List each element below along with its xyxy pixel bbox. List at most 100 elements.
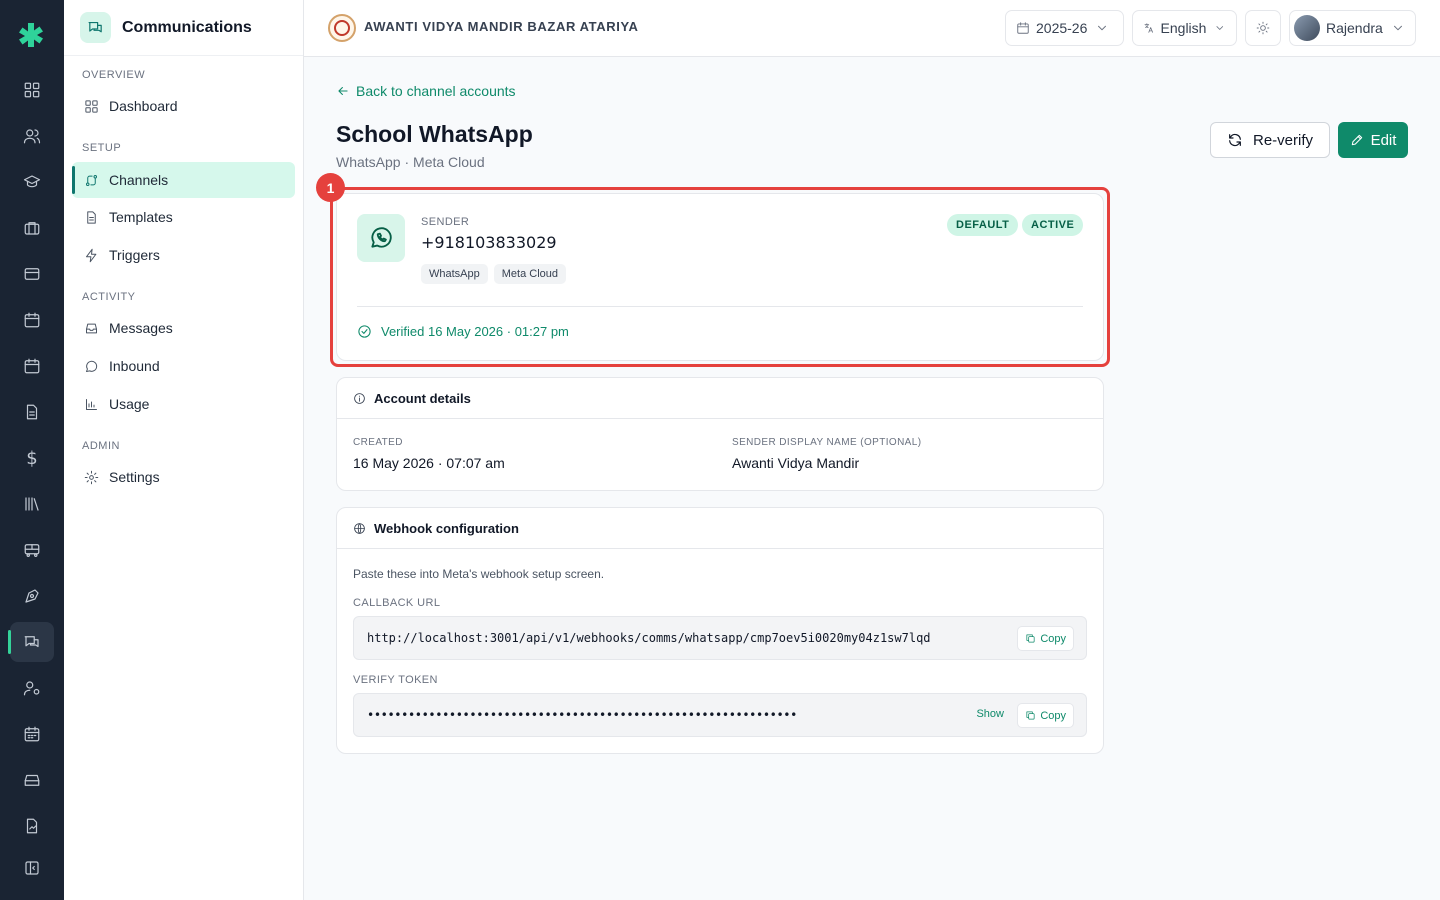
theme-toggle-button[interactable]: [1245, 10, 1281, 46]
sidebar-title: Communications: [122, 18, 252, 36]
globe-icon: [354, 522, 365, 534]
chevron-down-icon: [1393, 25, 1402, 31]
callback-url-field[interactable]: http://localhost:3001/api/v1/webhooks/co…: [353, 616, 1087, 660]
sidebar-item-dashboard[interactable]: Dashboard: [72, 88, 295, 124]
webhook-header: Webhook configuration: [337, 508, 1103, 549]
display-name-value: Awanti Vidya Mandir: [732, 455, 860, 471]
account-details-card: Account details CREATED 16 May 2026 · 07…: [336, 377, 1104, 491]
briefcase-icon[interactable]: [10, 208, 54, 248]
zap-icon: [86, 248, 97, 262]
sidebar-item-label: Messages: [109, 320, 173, 336]
icon-rail: $: [0, 0, 64, 900]
chat-icon[interactable]: [8, 622, 54, 662]
webhook-card: Webhook configuration Paste these into M…: [336, 507, 1104, 754]
back-link-label: Back to channel accounts: [356, 83, 516, 99]
webhook-title: Webhook configuration: [374, 520, 519, 536]
academic-year-select[interactable]: 2025-26: [1005, 10, 1124, 46]
created-label: CREATED: [353, 437, 403, 448]
top-bar: AWANTI VIDYA MANDIR BAZAR ATARIYA 2025-2…: [304, 0, 1440, 57]
language-select[interactable]: English: [1132, 10, 1237, 46]
sidebar-item-label: Templates: [109, 209, 173, 225]
edit-label: Edit: [1370, 131, 1397, 149]
callback-url-label: CALLBACK URL: [353, 597, 441, 609]
avatar: [1294, 15, 1320, 41]
sidebar-item-settings[interactable]: Settings: [72, 459, 295, 495]
grid-icon[interactable]: [10, 70, 54, 110]
arrow-left-icon: [338, 86, 348, 96]
annotation-highlight: [330, 187, 1110, 367]
user-menu-button[interactable]: Rajendra: [1289, 10, 1416, 46]
created-value: 16 May 2026 · 07:07 am: [353, 455, 505, 471]
library-icon[interactable]: [10, 484, 54, 524]
user-cog-icon[interactable]: [10, 668, 54, 708]
dollar-icon[interactable]: $: [10, 438, 54, 478]
sidebar-item-inbound[interactable]: Inbound: [72, 348, 295, 384]
dashboard-icon: [85, 99, 98, 113]
bus-icon[interactable]: [10, 530, 54, 570]
document-icon[interactable]: [10, 392, 54, 432]
account-details-title: Account details: [374, 390, 471, 406]
sidebar-item-label: Channels: [109, 172, 169, 188]
drive-icon[interactable]: [10, 760, 54, 800]
webhook-description: Paste these into Meta's webhook setup sc…: [353, 567, 605, 581]
sidebar-item-triggers[interactable]: Triggers: [72, 237, 295, 273]
pen-tool-icon[interactable]: [10, 576, 54, 616]
copy-label: Copy: [1040, 632, 1066, 645]
gear-icon: [84, 470, 99, 484]
sidebar-item-label: Inbound: [109, 358, 160, 374]
school-name: AWANTI VIDYA MANDIR BAZAR ATARIYA: [364, 19, 639, 34]
calendar-icon: [1017, 22, 1029, 34]
copy-icon: [1026, 634, 1035, 643]
page-subtitle: WhatsApp · Meta Cloud: [336, 154, 485, 170]
info-icon: [354, 392, 365, 404]
pencil-icon: [1351, 134, 1362, 146]
user-name: Rajendra: [1326, 20, 1383, 36]
callback-url-value: http://localhost:3001/api/v1/webhooks/co…: [367, 631, 931, 645]
chevron-down-icon: [1098, 25, 1107, 31]
users-icon[interactable]: [10, 116, 54, 156]
school-logo-icon: [328, 14, 356, 42]
app-logo-icon[interactable]: [16, 20, 46, 50]
verify-token-value: ••••••••••••••••••••••••••••••••••••••••…: [367, 708, 797, 722]
display-name-label: SENDER DISPLAY NAME (OPTIONAL): [732, 437, 922, 448]
copy-token-button[interactable]: Copy: [1017, 703, 1074, 728]
sidebar-item-usage[interactable]: Usage: [72, 386, 295, 422]
inbox-icon: [86, 323, 97, 333]
sidebar-item-templates[interactable]: Templates: [72, 199, 295, 235]
file-signature-icon[interactable]: [10, 806, 54, 846]
academic-year-value: 2025-26: [1036, 20, 1088, 36]
copy-label: Copy: [1040, 709, 1066, 722]
sidebar-header: Communications: [64, 0, 303, 56]
collapse-icon[interactable]: [10, 848, 54, 888]
chevron-down-icon: [1216, 26, 1224, 30]
translate-icon: [1144, 23, 1153, 33]
chat-icon: [80, 12, 111, 43]
reverify-label: Re-verify: [1252, 131, 1313, 149]
sidebar-item-messages[interactable]: Messages: [72, 310, 295, 346]
file-text-icon: [87, 210, 96, 224]
annotation-number: 1: [316, 173, 345, 202]
refresh-icon: [1229, 133, 1241, 147]
graduation-cap-icon[interactable]: [10, 162, 54, 202]
calendar-grid-icon[interactable]: [10, 714, 54, 754]
calendar-alt-icon[interactable]: [10, 346, 54, 386]
section-label-activity: ACTIVITY: [82, 291, 136, 303]
edit-button[interactable]: Edit: [1338, 122, 1408, 158]
back-link[interactable]: Back to channel accounts: [336, 83, 516, 99]
card-icon[interactable]: [10, 254, 54, 294]
main-content: Back to channel accounts School WhatsApp…: [304, 57, 1440, 900]
calendar-icon[interactable]: [10, 300, 54, 340]
verify-token-label: VERIFY TOKEN: [353, 674, 438, 686]
copy-callback-button[interactable]: Copy: [1017, 626, 1074, 651]
sidebar-item-channels[interactable]: Channels: [72, 162, 295, 198]
route-icon: [86, 174, 97, 186]
section-label-overview: OVERVIEW: [82, 69, 146, 81]
reverify-button[interactable]: Re-verify: [1210, 122, 1330, 158]
page-title: School WhatsApp: [336, 121, 533, 147]
section-label-admin: ADMIN: [82, 440, 120, 452]
sidebar-item-label: Triggers: [109, 247, 160, 263]
verify-token-field[interactable]: ••••••••••••••••••••••••••••••••••••••••…: [353, 693, 1087, 737]
sun-icon: [1256, 21, 1270, 35]
show-token-button[interactable]: Show: [976, 708, 1004, 720]
sidebar-item-label: Settings: [109, 469, 160, 485]
